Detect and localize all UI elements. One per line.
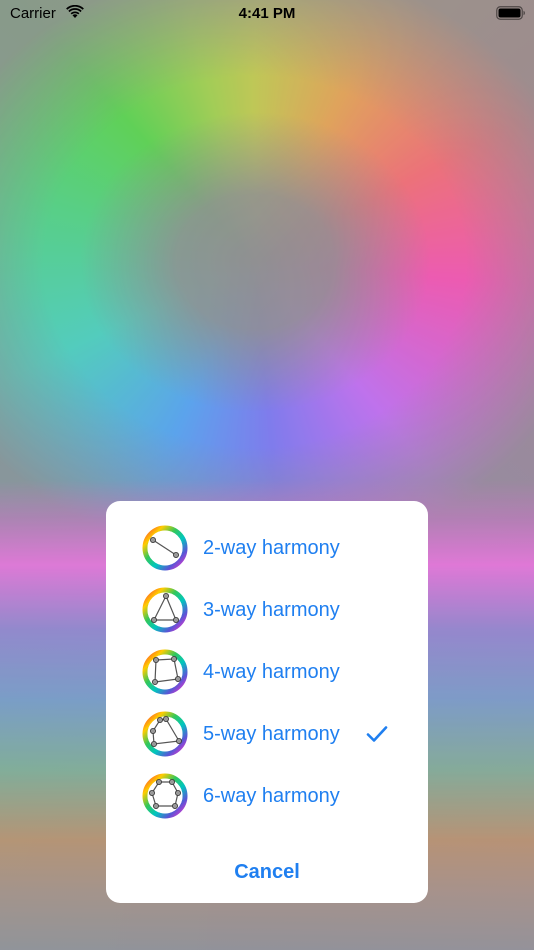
option-label: 2-way harmony (203, 537, 340, 559)
option-label: 3-way harmony (203, 599, 340, 621)
cancel-button[interactable]: Cancel (106, 841, 428, 903)
color-wheel-4-way-icon (142, 649, 188, 695)
option-5-way-harmony[interactable]: 5-way harmony (106, 703, 428, 765)
option-label: 6-way harmony (203, 785, 340, 807)
option-3-way-harmony[interactable]: 3-way harmony (106, 579, 428, 641)
option-2-way-harmony[interactable]: 2-way harmony (106, 517, 428, 579)
status-bar: Carrier 4:41 PM (0, 0, 534, 28)
checkmark-icon (366, 726, 388, 742)
harmony-action-sheet: 2-way harmony 3-way harmony 4-way harmon… (106, 501, 428, 903)
color-wheel-2-way-icon (142, 525, 188, 571)
color-wheel-5-way-icon (142, 711, 188, 757)
option-4-way-harmony[interactable]: 4-way harmony (106, 641, 428, 703)
color-wheel-6-way-icon (142, 773, 188, 819)
option-6-way-harmony[interactable]: 6-way harmony (106, 765, 428, 827)
option-label: 4-way harmony (203, 661, 340, 683)
color-wheel-3-way-icon (142, 587, 188, 633)
option-label: 5-way harmony (203, 723, 340, 745)
status-time: 4:41 PM (238, 5, 296, 22)
battery-icon (496, 6, 525, 20)
